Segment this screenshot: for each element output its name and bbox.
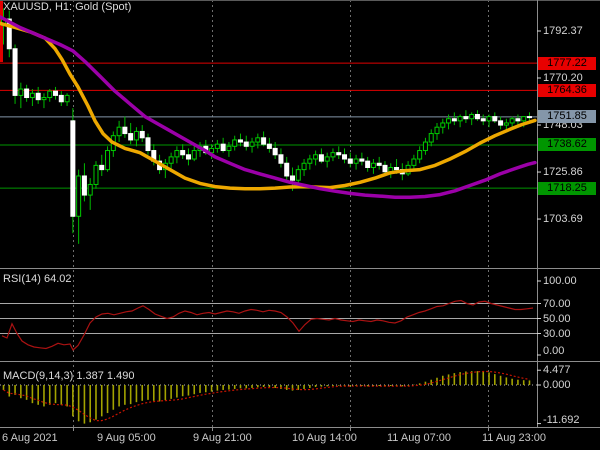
- time-axis-label: 11 Aug 07:00: [387, 432, 451, 444]
- time-axis-label: 10 Aug 14:00: [292, 432, 357, 444]
- time-axis-label: 9 Aug 21:00: [193, 432, 252, 444]
- time-axis-label: 6 Aug 2021: [2, 432, 58, 444]
- time-axis[interactable]: 6 Aug 2021 9 Aug 05:00 9 Aug 21:00 10 Aug 1…: [0, 0, 600, 450]
- time-axis-label: 11 Aug 23:00: [482, 432, 546, 444]
- chart-window: XAUUSD, H1: Gold (Spot) RSI(14) 64.02 MA…: [0, 0, 600, 450]
- time-axis-label: 9 Aug 05:00: [97, 432, 156, 444]
